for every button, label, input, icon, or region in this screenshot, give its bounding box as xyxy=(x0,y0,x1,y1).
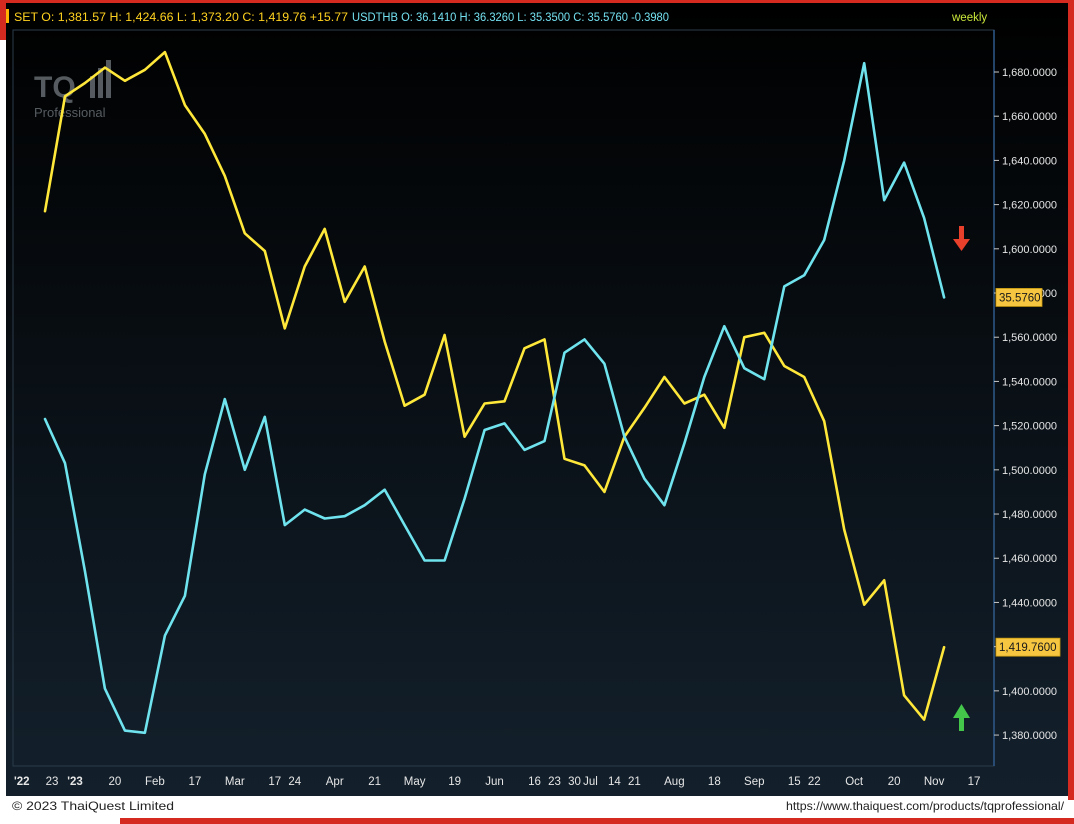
y-tick-label: 1,640.0000 xyxy=(1002,155,1057,167)
x-tick-label: Mar xyxy=(225,776,245,788)
x-tick-label: Feb xyxy=(145,776,165,788)
header-set-quote: SET O: 1,381.57 H: 1,424.66 L: 1,373.20 … xyxy=(14,12,348,24)
x-tick-label: Oct xyxy=(845,776,864,788)
x-tick-label: 14 xyxy=(608,776,621,788)
x-tick-label: 21 xyxy=(368,776,381,788)
y-tick-label: 1,680.0000 xyxy=(1002,67,1057,79)
x-tick-label: May xyxy=(404,776,426,788)
y-tick-label: 1,560.0000 xyxy=(1002,332,1057,344)
x-tick-label: 21 xyxy=(628,776,641,788)
x-tick-label: Jun xyxy=(485,776,504,788)
y-tick-label: 1,500.0000 xyxy=(1002,465,1057,477)
outer-border-left xyxy=(0,0,6,40)
chart-background xyxy=(6,3,1068,796)
x-tick-label: Jul xyxy=(583,776,598,788)
x-tick-label: Aug xyxy=(664,776,684,788)
y-tick-label: 1,380.0000 xyxy=(1002,730,1057,742)
price-tag-label: 35.5760 xyxy=(999,292,1041,304)
set-price-tag: 1,419.7600 xyxy=(995,637,1061,657)
x-tick-label: '23 xyxy=(67,776,83,788)
usdthb-price-tag: 35.5760 xyxy=(995,288,1043,307)
chart-frame: SET O: 1,381.57 H: 1,424.66 L: 1,373.20 … xyxy=(0,0,1074,824)
price-tag-label: 1,419.7600 xyxy=(999,642,1057,654)
x-tick-label: 15 xyxy=(788,776,801,788)
y-tick-label: 1,600.0000 xyxy=(1002,244,1057,256)
header-left-marker xyxy=(6,9,9,23)
x-tick-label: 17 xyxy=(968,776,981,788)
y-tick-label: 1,480.0000 xyxy=(1002,509,1057,521)
y-tick-label: 1,400.0000 xyxy=(1002,686,1057,698)
y-tick-label: 1,620.0000 xyxy=(1002,200,1057,212)
watermark-sub: Professional xyxy=(34,105,106,120)
outer-border-bottom xyxy=(120,818,1074,824)
x-tick-label: 30 xyxy=(568,776,581,788)
watermark-logo: TQ xyxy=(34,71,76,104)
x-tick-label: 16 xyxy=(528,776,541,788)
x-tick-label: 18 xyxy=(708,776,721,788)
header-usd-quote: USDTHB O: 36.1410 H: 36.3260 L: 35.3500 … xyxy=(352,12,669,24)
x-tick-label: 20 xyxy=(888,776,901,788)
y-tick-label: 1,520.0000 xyxy=(1002,421,1057,433)
outer-border-right xyxy=(1068,0,1074,800)
x-tick-label: 23 xyxy=(46,776,59,788)
x-tick-label: 22 xyxy=(808,776,821,788)
x-tick-label: Nov xyxy=(924,776,945,788)
x-tick-label: 17 xyxy=(188,776,201,788)
x-tick-label: Sep xyxy=(744,776,764,788)
footer-copyright: © 2023 ThaiQuest Limited xyxy=(12,799,174,813)
x-tick-label: '22 xyxy=(14,776,30,788)
x-tick-label: 19 xyxy=(448,776,461,788)
y-tick-label: 1,540.0000 xyxy=(1002,376,1057,388)
watermark-bar-3 xyxy=(106,60,111,98)
x-tick-label: 17 xyxy=(268,776,281,788)
outer-border-top xyxy=(0,0,1074,3)
footer-url[interactable]: https://www.thaiquest.com/products/tqpro… xyxy=(786,799,1065,813)
y-tick-label: 1,440.0000 xyxy=(1002,597,1057,609)
y-tick-label: 1,460.0000 xyxy=(1002,553,1057,565)
period-label: weekly xyxy=(951,12,987,24)
x-tick-label: 20 xyxy=(109,776,122,788)
x-tick-label: 24 xyxy=(288,776,301,788)
x-tick-label: Apr xyxy=(326,776,344,788)
y-tick-label: 1,660.0000 xyxy=(1002,111,1057,123)
x-tick-label: 23 xyxy=(548,776,561,788)
chart-canvas[interactable]: SET O: 1,381.57 H: 1,424.66 L: 1,373.20 … xyxy=(0,0,1074,824)
